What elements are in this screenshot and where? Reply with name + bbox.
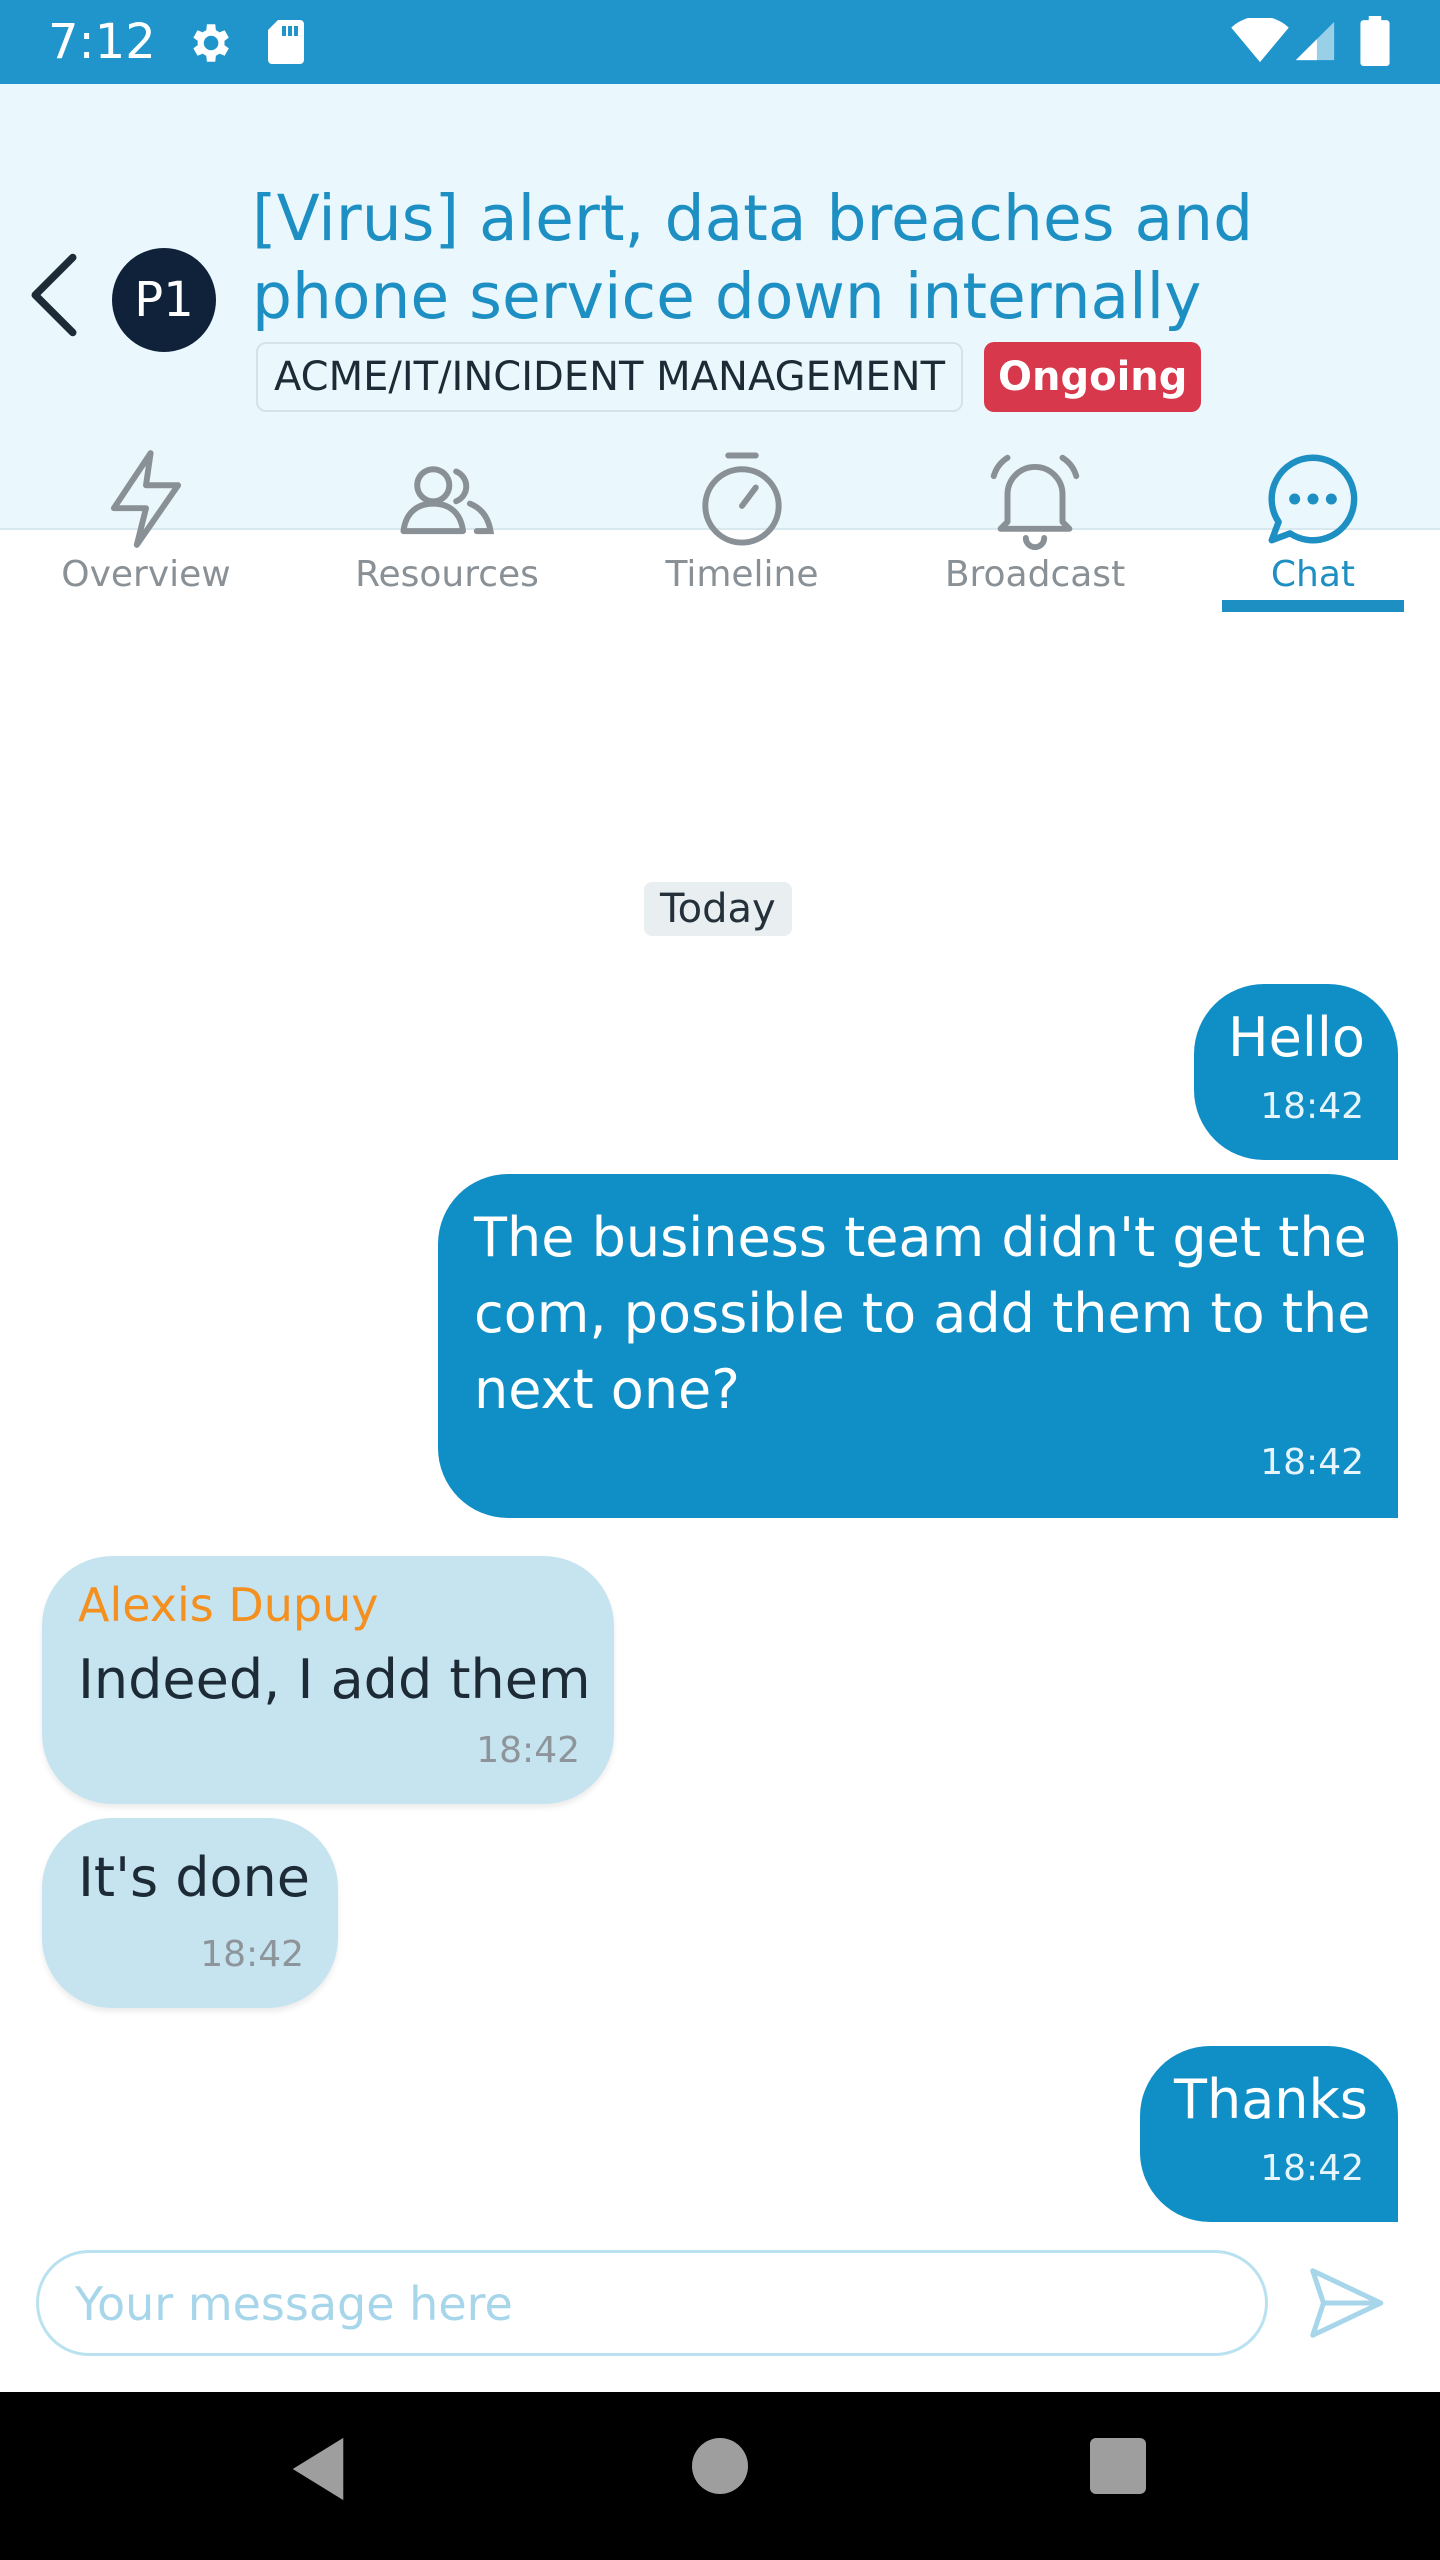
message-bubble-incoming[interactable]: Alexis Dupuy Indeed, I add them 18:42 xyxy=(42,1556,614,1804)
priority-badge: P1 xyxy=(112,248,216,352)
nav-back-icon[interactable] xyxy=(288,2434,348,2504)
message-time: 18:42 xyxy=(1260,1442,1364,1483)
message-text: Indeed, I add them xyxy=(78,1648,591,1711)
message-bubble-outgoing[interactable]: Thanks 18:42 xyxy=(1140,2046,1398,2222)
message-text: It's done xyxy=(78,1846,311,1909)
message-time: 18:42 xyxy=(476,1730,580,1771)
message-sender: Alexis Dupuy xyxy=(78,1578,379,1632)
wifi-icon xyxy=(1231,18,1289,63)
sd-card-icon xyxy=(268,20,304,64)
people-icon xyxy=(400,466,495,535)
status-time: 7:12 xyxy=(48,14,156,70)
system-nav-bar xyxy=(0,2392,1440,2560)
message-time: 18:42 xyxy=(1260,1086,1364,1127)
message-time: 18:42 xyxy=(1260,2148,1364,2189)
incident-title: [Virus] alert, data breaches and phone s… xyxy=(252,182,1254,333)
bell-icon xyxy=(990,454,1080,551)
incident-path-chip: ACME/IT/INCIDENT MANAGEMENT xyxy=(256,342,964,412)
back-arrow-icon[interactable] xyxy=(22,250,86,340)
nav-recent-apps-icon[interactable] xyxy=(1090,2438,1146,2494)
tab-label: Chat xyxy=(1270,554,1356,595)
incident-tabs: Overview Resources Timeline Broadcast Ch… xyxy=(0,434,1440,614)
tab-timeline[interactable]: Timeline xyxy=(646,434,838,614)
send-icon[interactable] xyxy=(1300,2260,1390,2346)
message-composer xyxy=(36,2250,1268,2356)
tab-broadcast[interactable]: Broadcast xyxy=(930,434,1140,614)
incident-header: P1 [Virus] alert, data breaches and phon… xyxy=(0,84,1440,612)
signal-icon xyxy=(1295,21,1335,61)
battery-icon xyxy=(1360,16,1390,66)
tab-chat[interactable]: Chat xyxy=(1222,434,1404,614)
message-bubble-outgoing[interactable]: Hello 18:42 xyxy=(1194,984,1398,1160)
date-separator: Today xyxy=(644,882,792,936)
tab-label: Timeline xyxy=(665,554,819,595)
message-bubble-outgoing[interactable]: The business team didn't get the com, po… xyxy=(438,1174,1398,1518)
message-input[interactable] xyxy=(75,2267,1225,2341)
nav-home-icon[interactable] xyxy=(692,2438,748,2494)
tab-label: Resources xyxy=(355,554,539,595)
message-bubble-incoming[interactable]: It's done 18:42 xyxy=(42,1818,338,2008)
tab-label: Broadcast xyxy=(944,554,1126,595)
tab-overview[interactable]: Overview xyxy=(44,434,248,614)
settings-gear-icon xyxy=(193,24,229,62)
status-bar: 7:12 xyxy=(0,0,1440,84)
tab-label: Overview xyxy=(61,554,231,595)
stopwatch-icon xyxy=(702,452,782,546)
active-tab-indicator xyxy=(1222,600,1404,612)
tab-resources[interactable]: Resources xyxy=(344,434,550,614)
message-text: Thanks xyxy=(1174,2068,1368,2131)
message-text: The business team didn't get the com, po… xyxy=(474,1206,1371,1421)
lightning-icon xyxy=(110,450,182,548)
status-badge: Ongoing xyxy=(984,342,1202,412)
message-time: 18:42 xyxy=(200,1934,304,1975)
chat-bubble-icon xyxy=(1268,454,1358,544)
message-text: Hello xyxy=(1228,1006,1365,1069)
